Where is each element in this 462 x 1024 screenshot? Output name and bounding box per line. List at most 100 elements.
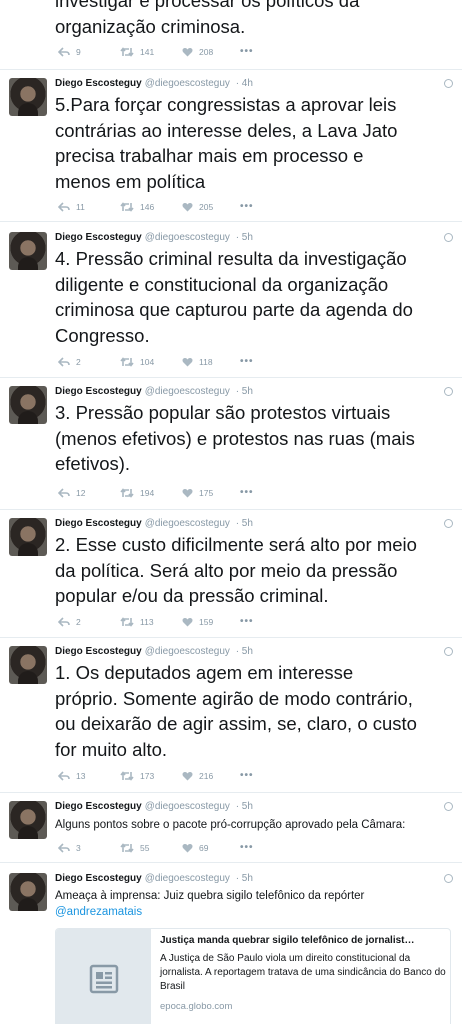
tweet-text: investigar e processar os políticos da o… xyxy=(55,0,360,37)
retweet-button[interactable]: 141 xyxy=(120,47,182,57)
reply-button[interactable]: 9 xyxy=(58,47,120,57)
more-icon[interactable]: ••• xyxy=(240,201,254,212)
tweet-time[interactable]: · 5h xyxy=(236,873,253,884)
reply-button[interactable]: 12 xyxy=(58,488,120,498)
author-name[interactable]: Diego Escosteguy xyxy=(55,801,142,812)
avatar[interactable] xyxy=(9,518,47,556)
more-icon[interactable]: ••• xyxy=(240,487,254,498)
tweet[interactable]: Diego Escosteguy @diegoescosteguy · 5h 3.… xyxy=(0,378,462,510)
like-button[interactable]: 118 xyxy=(182,357,240,367)
retweet-count: 104 xyxy=(140,356,155,367)
avatar[interactable] xyxy=(9,232,47,270)
retweet-button[interactable]: 113 xyxy=(120,617,182,627)
retweet-icon xyxy=(120,201,134,212)
more-icon[interactable]: ••• xyxy=(240,770,254,781)
retweet-button[interactable]: 146 xyxy=(120,202,182,212)
tweet[interactable]: Diego Escosteguy @diegoescosteguy · 4h 5.… xyxy=(0,70,462,222)
like-button[interactable]: 159 xyxy=(182,617,240,627)
avatar[interactable] xyxy=(9,873,47,911)
tweet-actions: 3 55 69 ••• xyxy=(58,842,254,853)
tweet-text: 3. Pressão popular são protestos virtuai… xyxy=(55,402,415,474)
tweet-time[interactable]: · 5h xyxy=(236,232,253,243)
like-count: 118 xyxy=(199,356,213,367)
author-handle[interactable]: @diegoescosteguy xyxy=(145,646,230,657)
avatar[interactable] xyxy=(9,801,47,839)
reply-button[interactable]: 2 xyxy=(58,357,120,367)
card-description: A Justiça de São Paulo viola um direito … xyxy=(160,953,446,992)
more-icon[interactable]: ••• xyxy=(240,356,254,367)
tweet[interactable]: investigar e processar os políticos da o… xyxy=(0,0,462,70)
author-handle[interactable]: @diegoescosteguy xyxy=(145,232,230,243)
retweet-button[interactable]: 173 xyxy=(120,771,182,781)
retweet-button[interactable]: 194 xyxy=(120,488,182,498)
heart-icon xyxy=(182,488,193,497)
reply-button[interactable]: 11 xyxy=(58,202,120,212)
avatar[interactable] xyxy=(9,78,47,116)
reply-icon xyxy=(58,356,70,367)
tweet-time[interactable]: · 5h xyxy=(236,386,253,397)
tweet-time[interactable]: · 4h xyxy=(236,78,253,89)
author-handle[interactable]: @diegoescosteguy xyxy=(145,873,230,884)
heart-icon xyxy=(182,843,193,852)
author-name[interactable]: Diego Escosteguy xyxy=(55,518,142,529)
author-handle[interactable]: @diegoescosteguy xyxy=(145,78,230,89)
more-icon[interactable]: ••• xyxy=(240,46,254,57)
reply-count: 9 xyxy=(76,46,81,57)
like-button[interactable]: 69 xyxy=(182,843,240,853)
like-button[interactable]: 175 xyxy=(182,488,240,498)
retweet-count: 146 xyxy=(140,201,155,212)
retweet-icon xyxy=(120,487,134,498)
tweet-header: Diego Escosteguy @diegoescosteguy · 5h xyxy=(55,801,253,812)
retweet-button[interactable]: 55 xyxy=(120,843,182,853)
tweet-time[interactable]: · 5h xyxy=(236,646,253,657)
author-name[interactable]: Diego Escosteguy xyxy=(55,386,142,397)
globe-icon xyxy=(444,802,453,811)
link-card[interactable]: Justiça manda quebrar sigilo telefônico … xyxy=(55,928,451,1024)
retweet-button[interactable]: 104 xyxy=(120,357,182,367)
author-handle[interactable]: @diegoescosteguy xyxy=(145,518,230,529)
tweet-text: Alguns pontos sobre o pacote pró-corrupç… xyxy=(55,819,406,831)
author-handle[interactable]: @diegoescosteguy xyxy=(145,801,230,812)
card-title[interactable]: Justiça manda quebrar sigilo telefônico … xyxy=(160,935,446,946)
heart-icon xyxy=(182,202,193,211)
reply-button[interactable]: 3 xyxy=(58,843,120,853)
tweet-actions: 13 173 216 ••• xyxy=(58,770,254,781)
avatar[interactable] xyxy=(9,646,47,684)
retweet-count: 141 xyxy=(140,46,155,57)
like-count: 69 xyxy=(199,842,209,853)
retweet-count: 55 xyxy=(140,842,150,853)
mention-link[interactable]: @andrezamatais xyxy=(55,904,455,920)
retweet-icon xyxy=(120,616,134,627)
like-button[interactable]: 208 xyxy=(182,47,240,57)
like-button[interactable]: 205 xyxy=(182,202,240,212)
author-name[interactable]: Diego Escosteguy xyxy=(55,873,142,884)
avatar[interactable] xyxy=(9,386,47,424)
more-icon[interactable]: ••• xyxy=(240,616,254,627)
more-icon[interactable]: ••• xyxy=(240,842,254,853)
like-button[interactable]: 216 xyxy=(182,771,240,781)
reply-button[interactable]: 13 xyxy=(58,771,120,781)
tweet-time[interactable]: · 5h xyxy=(236,801,253,812)
author-name[interactable]: Diego Escosteguy xyxy=(55,646,142,657)
tweet-time[interactable]: · 5h xyxy=(236,518,253,529)
like-count: 216 xyxy=(199,770,214,781)
tweet-actions: 9 141 208 ••• xyxy=(58,46,254,57)
reply-icon xyxy=(58,616,70,627)
reply-button[interactable]: 2 xyxy=(58,617,120,627)
author-name[interactable]: Diego Escosteguy xyxy=(55,232,142,243)
reply-count: 2 xyxy=(76,616,81,627)
tweet-header: Diego Escosteguy @diegoescosteguy · 5h xyxy=(55,232,253,243)
card-domain: epoca.globo.com xyxy=(160,1001,233,1012)
tweet-text: 5.Para forçar congressistas a aprovar le… xyxy=(55,94,398,192)
tweet-actions: 2 104 118 ••• xyxy=(58,356,254,367)
tweet[interactable]: Diego Escosteguy @diegoescosteguy · 5h Al… xyxy=(0,793,462,863)
tweet[interactable]: Diego Escosteguy @diegoescosteguy · 5h Am… xyxy=(0,863,462,1024)
tweet-text: 4. Pressão criminal resulta da investiga… xyxy=(55,248,413,346)
tweet[interactable]: Diego Escosteguy @diegoescosteguy · 5h 2.… xyxy=(0,510,462,638)
reply-icon xyxy=(58,201,70,212)
tweet-actions: 11 146 205 ••• xyxy=(58,201,254,212)
author-handle[interactable]: @diegoescosteguy xyxy=(145,386,230,397)
tweet[interactable]: Diego Escosteguy @diegoescosteguy · 5h 4.… xyxy=(0,222,462,378)
author-name[interactable]: Diego Escosteguy xyxy=(55,78,142,89)
tweet[interactable]: Diego Escosteguy @diegoescosteguy · 5h 1.… xyxy=(0,638,462,793)
